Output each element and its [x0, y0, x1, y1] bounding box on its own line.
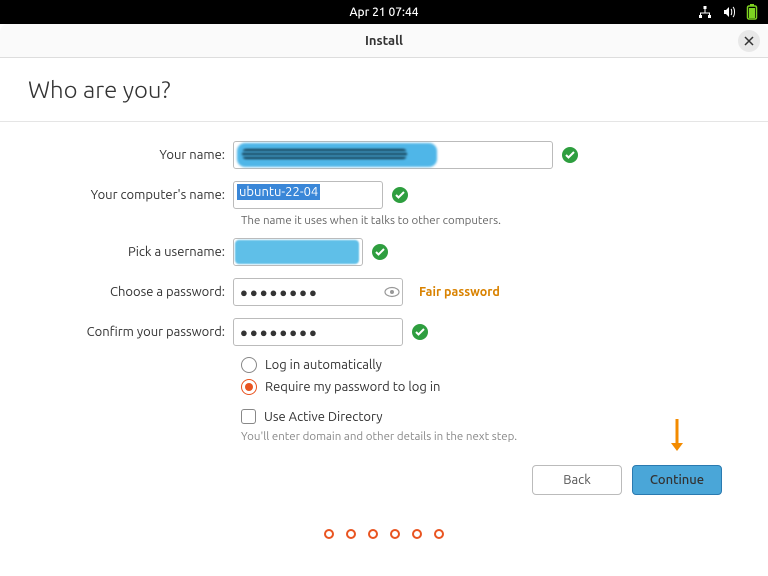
login-require-option[interactable]: Require my password to log in [241, 379, 740, 395]
user-form: Your name: Your computer's name: ubuntu-… [38, 140, 740, 443]
continue-button[interactable]: Continue [632, 465, 722, 495]
computer-hint: The name it uses when it talks to other … [241, 214, 740, 227]
back-button[interactable]: Back [532, 465, 622, 495]
login-auto-option[interactable]: Log in automatically [241, 357, 740, 373]
confirm-password-input[interactable] [233, 318, 403, 346]
login-auto-label: Log in automatically [265, 358, 382, 372]
ad-label: Use Active Directory [264, 410, 383, 424]
login-require-label: Require my password to log in [265, 380, 440, 394]
username-label: Pick a username: [38, 245, 233, 259]
gnome-topbar: Apr 21 07:44 [0, 0, 768, 24]
system-tray[interactable] [698, 4, 758, 20]
page-title: Who are you? [28, 76, 740, 103]
name-label: Your name: [38, 148, 233, 162]
window-titlebar: Install [0, 24, 768, 58]
reveal-password-icon[interactable] [383, 283, 401, 301]
password-label: Choose a password: [38, 285, 233, 299]
confirm-label: Confirm your password: [38, 325, 233, 339]
battery-icon[interactable] [746, 4, 758, 20]
close-button[interactable] [738, 30, 760, 52]
close-icon [744, 36, 754, 46]
name-input[interactable] [233, 141, 553, 169]
volume-icon[interactable] [722, 5, 736, 19]
footer-buttons: Back Continue [28, 443, 740, 495]
clock: Apr 21 07:44 [349, 6, 418, 19]
window-title: Install [365, 34, 403, 48]
progress-dots [28, 529, 740, 539]
password-input[interactable] [233, 278, 403, 306]
radio-checked-icon [241, 379, 257, 395]
annotation-arrow-icon [669, 417, 685, 457]
checkmark-icon [391, 186, 409, 204]
computer-name-selection: ubuntu-22-04 [237, 184, 320, 200]
divider [0, 121, 768, 122]
radio-icon [241, 357, 257, 373]
checkmark-icon [371, 243, 389, 261]
password-strength: Fair password [419, 285, 500, 299]
active-directory-option[interactable]: Use Active Directory [241, 409, 740, 424]
ad-hint: You'll enter domain and other details in… [241, 430, 740, 443]
username-input[interactable] [233, 238, 363, 266]
computer-label: Your computer's name: [38, 188, 233, 202]
checkmark-icon [561, 146, 579, 164]
checkbox-icon [241, 409, 256, 424]
network-icon[interactable] [698, 5, 712, 19]
checkmark-icon [411, 323, 429, 341]
